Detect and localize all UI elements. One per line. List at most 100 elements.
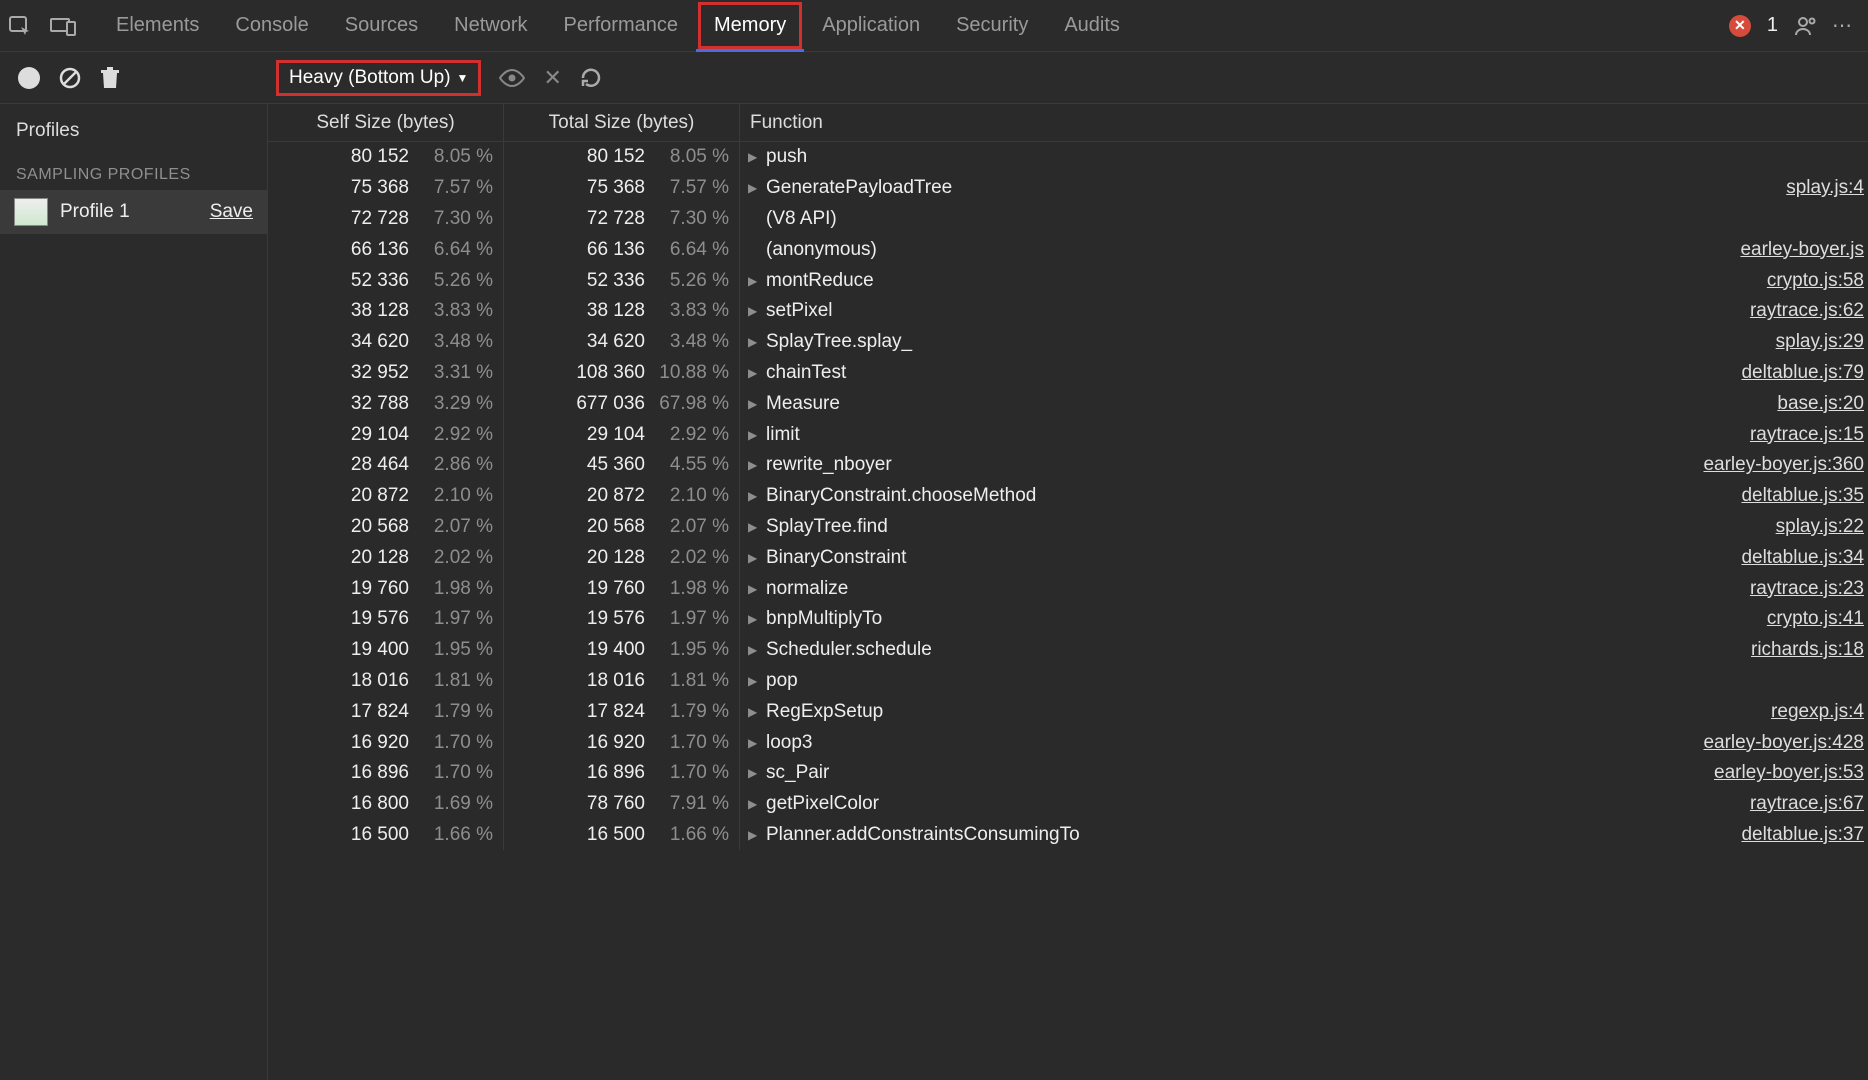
table-row[interactable]: 20 5682.07 %20 5682.07 %▶SplayTree.finds… (268, 512, 1868, 543)
expand-icon[interactable]: ▶ (748, 582, 762, 596)
source-link[interactable]: raytrace.js:62 (1750, 300, 1864, 322)
table-row[interactable]: 19 4001.95 %19 4001.95 %▶Scheduler.sched… (268, 635, 1868, 666)
total-size: 677 036 (561, 393, 645, 415)
delete-icon[interactable] (100, 67, 120, 89)
source-link[interactable]: deltablue.js:35 (1741, 485, 1864, 507)
close-icon[interactable]: ✕ (543, 65, 561, 91)
clear-icon[interactable] (58, 66, 82, 90)
tab-performance[interactable]: Performance (546, 0, 697, 51)
expand-icon[interactable]: ▶ (748, 705, 762, 719)
inspect-element-icon[interactable] (8, 14, 32, 38)
expand-icon[interactable]: ▶ (748, 397, 762, 411)
table-row[interactable]: 17 8241.79 %17 8241.79 %▶RegExpSetuprege… (268, 696, 1868, 727)
record-icon[interactable] (18, 67, 40, 89)
table-row[interactable]: 80 1528.05 %80 1528.05 %▶push (268, 142, 1868, 173)
tab-audits[interactable]: Audits (1046, 0, 1138, 51)
expand-icon[interactable]: ▶ (748, 520, 762, 534)
source-link[interactable]: deltablue.js:37 (1741, 824, 1864, 846)
more-icon[interactable]: ⋯ (1832, 13, 1854, 38)
source-link[interactable]: earley-boyer.js:428 (1703, 732, 1864, 754)
expand-icon[interactable]: ▶ (748, 736, 762, 750)
expand-icon[interactable]: ▶ (748, 366, 762, 380)
expand-icon[interactable]: ▶ (748, 150, 762, 164)
tab-memory[interactable]: Memory (696, 0, 804, 51)
tab-network[interactable]: Network (436, 0, 545, 51)
expand-icon[interactable]: ▶ (748, 489, 762, 503)
source-link[interactable]: crypto.js:41 (1767, 608, 1864, 630)
expand-icon[interactable]: ▶ (748, 797, 762, 811)
table-row[interactable]: 38 1283.83 %38 1283.83 %▶setPixelraytrac… (268, 296, 1868, 327)
self-size: 75 368 (325, 177, 409, 199)
table-row[interactable]: 28 4642.86 %45 3604.55 %▶rewrite_nboyere… (268, 450, 1868, 481)
self-size: 20 568 (325, 516, 409, 538)
source-link[interactable]: splay.js:29 (1776, 331, 1864, 353)
total-pct: 1.81 % (657, 670, 729, 692)
table-row[interactable]: 34 6203.48 %34 6203.48 %▶SplayTree.splay… (268, 327, 1868, 358)
table-row[interactable]: 16 5001.66 %16 5001.66 %▶Planner.addCons… (268, 820, 1868, 851)
expand-icon[interactable]: ▶ (748, 828, 762, 842)
self-pct: 3.48 % (421, 331, 493, 353)
table-row[interactable]: 16 8961.70 %16 8961.70 %▶sc_Pairearley-b… (268, 758, 1868, 789)
expand-icon[interactable]: ▶ (748, 304, 762, 318)
col-self[interactable]: Self Size (bytes) (268, 104, 504, 141)
tab-sources[interactable]: Sources (327, 0, 436, 51)
source-link[interactable]: base.js:20 (1777, 393, 1864, 415)
table-row[interactable]: 20 1282.02 %20 1282.02 %▶BinaryConstrain… (268, 542, 1868, 573)
expand-icon[interactable]: ▶ (748, 674, 762, 688)
expand-icon[interactable]: ▶ (748, 766, 762, 780)
table-row[interactable]: 19 5761.97 %19 5761.97 %▶bnpMultiplyTocr… (268, 604, 1868, 635)
source-link[interactable]: earley-boyer.js (1740, 239, 1864, 261)
expand-icon[interactable]: ▶ (748, 428, 762, 442)
total-pct: 1.98 % (657, 578, 729, 600)
profile-item[interactable]: Profile 1 Save (0, 190, 267, 234)
table-row[interactable]: 66 1366.64 %66 1366.64 %(anonymous)earle… (268, 234, 1868, 265)
tab-console[interactable]: Console (217, 0, 326, 51)
total-pct: 10.88 % (657, 362, 729, 384)
device-toolbar-icon[interactable] (50, 16, 76, 36)
table-row[interactable]: 72 7287.30 %72 7287.30 %(V8 API) (268, 204, 1868, 235)
table-row[interactable]: 29 1042.92 %29 1042.92 %▶limitraytrace.j… (268, 419, 1868, 450)
tab-application[interactable]: Application (804, 0, 938, 51)
eye-icon[interactable] (499, 69, 525, 87)
col-total[interactable]: Total Size (bytes) (504, 104, 740, 141)
source-link[interactable]: regexp.js:4 (1771, 701, 1864, 723)
view-mode-select[interactable]: Heavy (Bottom Up) ▼ (276, 60, 481, 96)
error-badge-icon[interactable]: ✕ (1729, 15, 1751, 37)
source-link[interactable]: raytrace.js:23 (1750, 578, 1864, 600)
table-row[interactable]: 16 8001.69 %78 7607.91 %▶getPixelColorra… (268, 789, 1868, 820)
table-row[interactable]: 52 3365.26 %52 3365.26 %▶montReducecrypt… (268, 265, 1868, 296)
source-link[interactable]: raytrace.js:67 (1750, 793, 1864, 815)
table-row[interactable]: 19 7601.98 %19 7601.98 %▶normalizeraytra… (268, 573, 1868, 604)
col-func[interactable]: Function (740, 112, 1868, 134)
expand-icon[interactable]: ▶ (748, 274, 762, 288)
table-row[interactable]: 32 7883.29 %677 03667.98 %▶Measurebase.j… (268, 388, 1868, 419)
source-link[interactable]: raytrace.js:15 (1750, 424, 1864, 446)
source-link[interactable]: splay.js:4 (1786, 177, 1864, 199)
total-size: 66 136 (561, 239, 645, 261)
source-link[interactable]: deltablue.js:79 (1741, 362, 1864, 384)
expand-icon[interactable]: ▶ (748, 458, 762, 472)
save-profile-link[interactable]: Save (210, 201, 253, 223)
self-pct: 1.98 % (421, 578, 493, 600)
user-icon[interactable] (1794, 15, 1816, 37)
expand-icon[interactable]: ▶ (748, 612, 762, 626)
tab-elements[interactable]: Elements (98, 0, 217, 51)
source-link[interactable]: splay.js:22 (1776, 516, 1864, 538)
table-row[interactable]: 32 9523.31 %108 36010.88 %▶chainTestdelt… (268, 358, 1868, 389)
refresh-icon[interactable] (580, 67, 602, 89)
source-link[interactable]: earley-boyer.js:360 (1703, 454, 1864, 476)
expand-icon[interactable]: ▶ (748, 335, 762, 349)
expand-icon[interactable]: ▶ (748, 181, 762, 195)
source-link[interactable]: earley-boyer.js:53 (1714, 762, 1864, 784)
table-row[interactable]: 75 3687.57 %75 3687.57 %▶GeneratePayload… (268, 173, 1868, 204)
source-link[interactable]: richards.js:18 (1751, 639, 1864, 661)
table-row[interactable]: 16 9201.70 %16 9201.70 %▶loop3earley-boy… (268, 727, 1868, 758)
tab-security[interactable]: Security (938, 0, 1046, 51)
expand-icon[interactable]: ▶ (748, 643, 762, 657)
table-row[interactable]: 18 0161.81 %18 0161.81 %▶pop (268, 666, 1868, 697)
expand-icon[interactable]: ▶ (748, 551, 762, 565)
table-row[interactable]: 20 8722.10 %20 8722.10 %▶BinaryConstrain… (268, 481, 1868, 512)
self-size: 80 152 (325, 146, 409, 168)
source-link[interactable]: deltablue.js:34 (1741, 547, 1864, 569)
source-link[interactable]: crypto.js:58 (1767, 270, 1864, 292)
